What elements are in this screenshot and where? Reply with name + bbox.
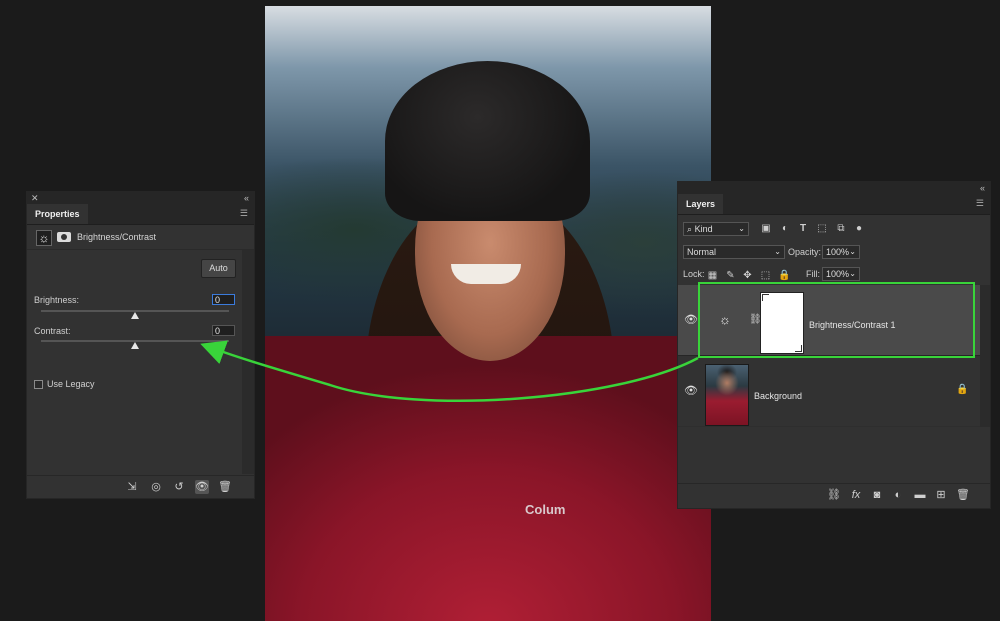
annotation-arrow — [200, 340, 699, 402]
